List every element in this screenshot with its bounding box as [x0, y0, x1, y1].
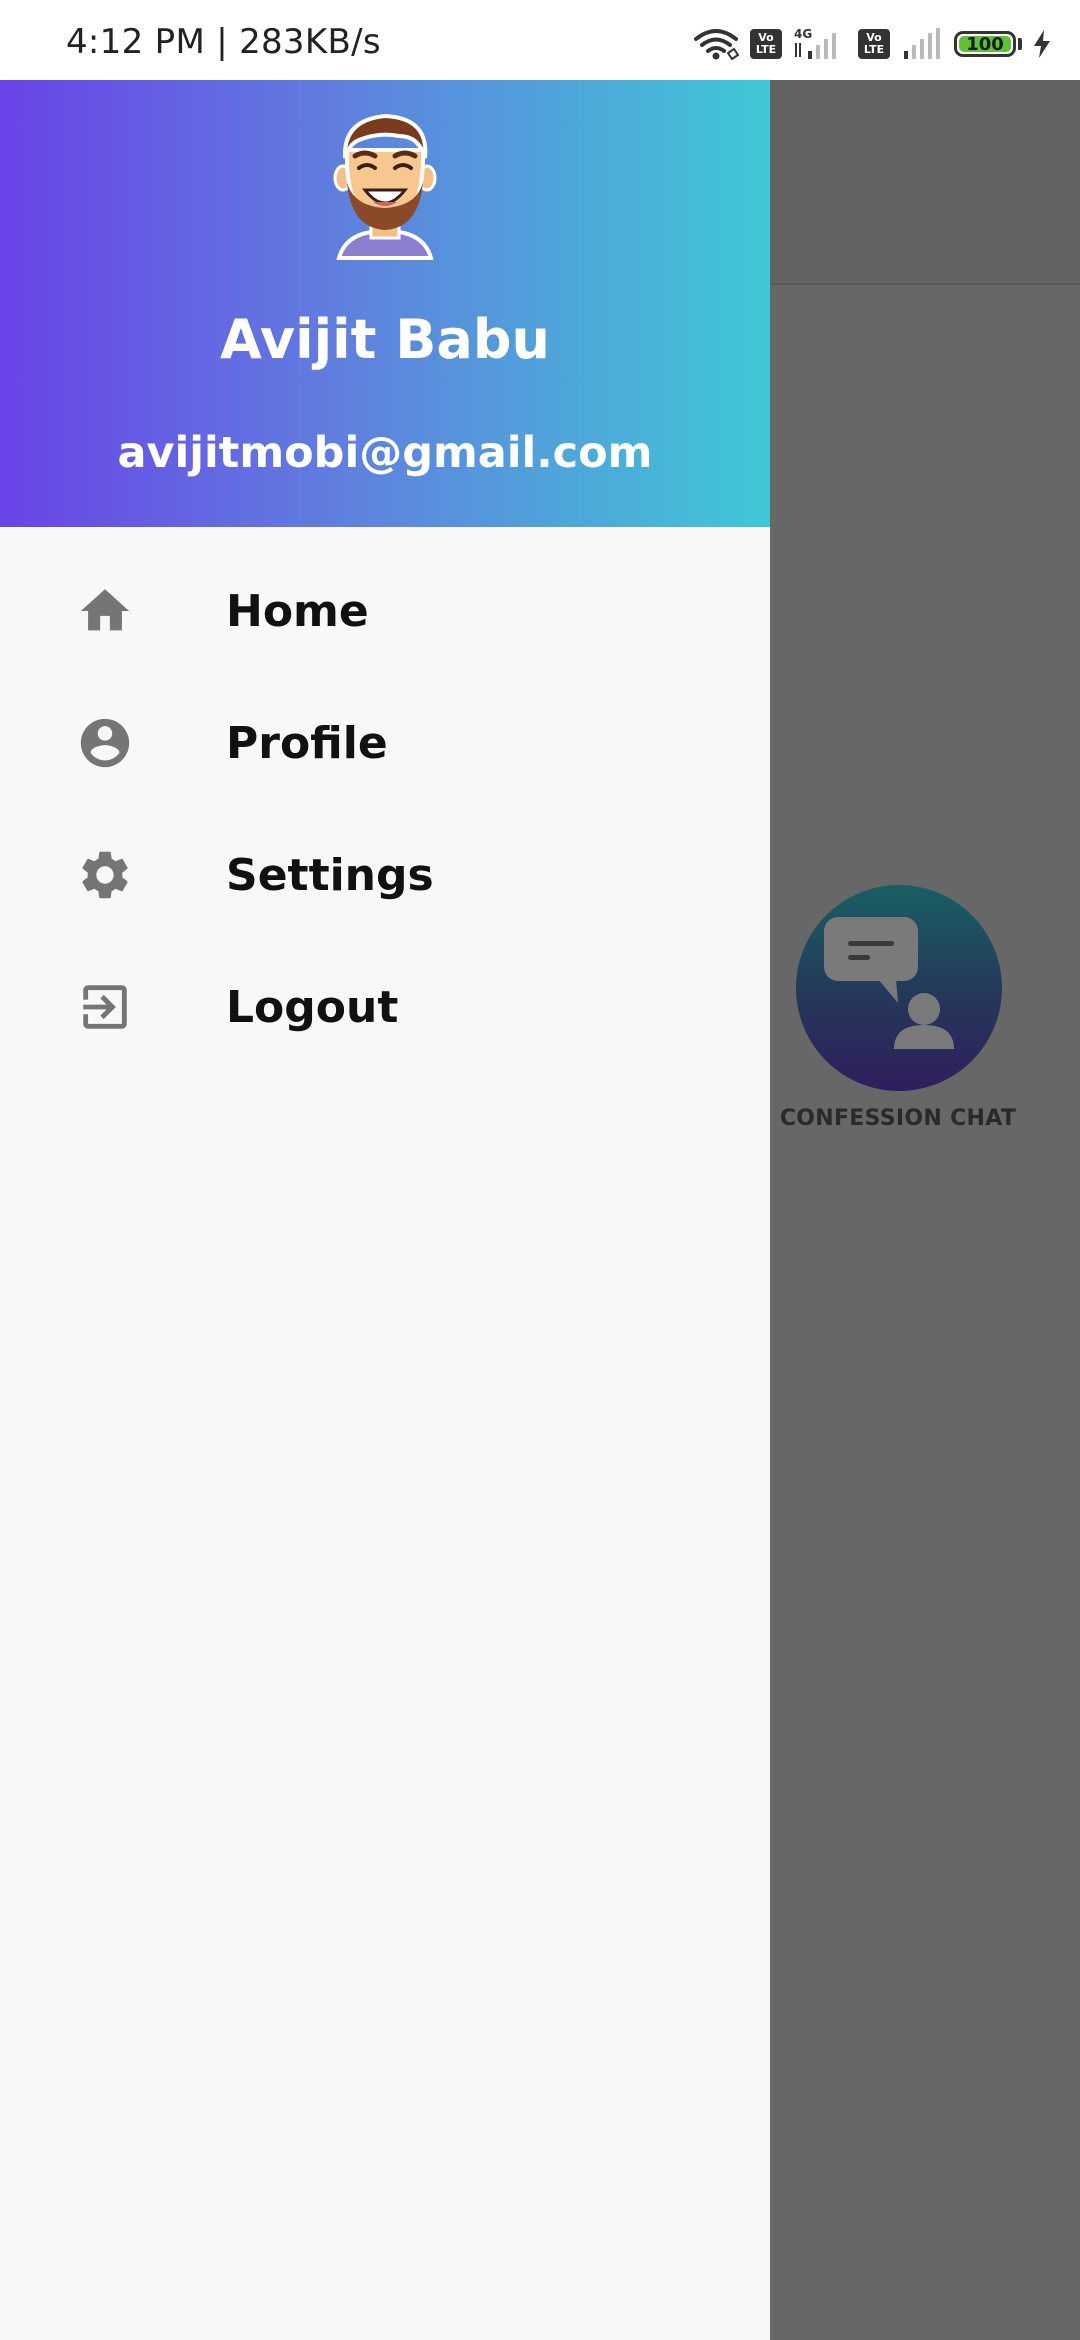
drawer-item-logout[interactable]: Logout: [0, 941, 770, 1073]
gear-icon: [76, 846, 134, 904]
status-bar: 4:12 PM | 283KB/s Vo LTE 4G Vo LTE 100: [0, 0, 1080, 80]
account-circle-icon: [76, 714, 134, 772]
signal-sim1-icon: 4G: [792, 27, 848, 61]
screen: 4:12 PM | 283KB/s Vo LTE 4G Vo LTE 100 C…: [0, 0, 1080, 2340]
status-icons: Vo LTE 4G Vo LTE 100: [692, 24, 1052, 64]
confession-chat-label: CONFESSION CHAT: [779, 1106, 1017, 1131]
drawer-item-profile[interactable]: Profile: [0, 677, 770, 809]
logout-icon: [76, 978, 134, 1036]
wifi-icon: [692, 27, 740, 61]
avatar[interactable]: [325, 110, 445, 270]
volte-sim2-icon: Vo LTE: [858, 29, 890, 59]
user-email: avijitmobi@gmail.com: [117, 428, 653, 478]
status-time: 4:12 PM | 283KB/s: [66, 22, 381, 62]
network-type-label: 4G: [794, 27, 812, 41]
battery-nub: [1018, 38, 1022, 50]
drawer-item-label: Profile: [226, 717, 388, 769]
chat-person-icon[interactable]: [796, 885, 1002, 1091]
background-app-bar: [770, 80, 1080, 285]
navigation-drawer: Avijit Babu avijitmobi@gmail.com Home Pr…: [0, 80, 770, 2340]
drawer-header: Avijit Babu avijitmobi@gmail.com: [0, 80, 770, 527]
drawer-item-label: Settings: [226, 849, 434, 901]
user-name: Avijit Babu: [220, 308, 550, 371]
drawer-item-label: Home: [226, 585, 369, 637]
drawer-item-label: Logout: [226, 981, 399, 1033]
charging-bolt-icon: [1032, 29, 1052, 59]
volte-sim1-icon: Vo LTE: [750, 29, 782, 59]
drawer-item-settings[interactable]: Settings: [0, 809, 770, 941]
drawer-item-home[interactable]: Home: [0, 545, 770, 677]
battery-icon: 100: [954, 31, 1016, 57]
battery-level: 100: [966, 33, 1004, 55]
signal-sim2-icon: [900, 27, 944, 61]
home-icon: [76, 582, 134, 640]
